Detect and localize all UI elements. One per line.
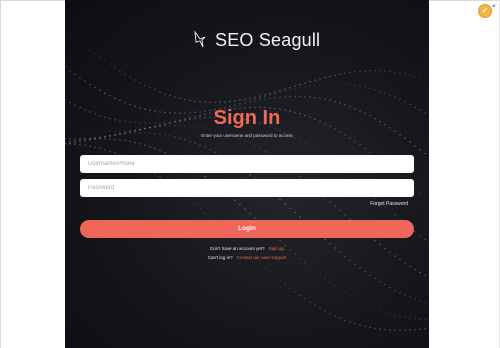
dotted-wave-background [65, 29, 426, 331]
bird-icon [194, 30, 206, 48]
signup-line: Don't have an account yet? Sign up [65, 246, 429, 251]
forgot-password-link[interactable]: Forgot Password [370, 201, 408, 207]
brand-logo: SEO Seagull [193, 29, 320, 51]
login-panel: SEO Seagull Sign In Enter your username … [65, 0, 429, 348]
extension-badge-icon[interactable]: ✓ [478, 4, 492, 18]
page-subtitle: Enter your username and password to acce… [201, 133, 293, 138]
page-title: Sign In [213, 107, 281, 129]
support-line: Can't log in? Contact our user support [65, 255, 429, 260]
username-input[interactable] [80, 155, 414, 173]
brand-name: SEO Seagull [215, 29, 321, 50]
password-input[interactable] [80, 179, 414, 197]
support-prompt: Can't log in? [207, 255, 233, 260]
window-left-border [0, 0, 1, 348]
signup-link[interactable]: Sign up [269, 246, 284, 251]
login-button[interactable]: Login [80, 220, 414, 238]
support-link[interactable]: Contact our user support [237, 255, 287, 260]
signup-prompt: Don't have an account yet? [210, 246, 265, 251]
